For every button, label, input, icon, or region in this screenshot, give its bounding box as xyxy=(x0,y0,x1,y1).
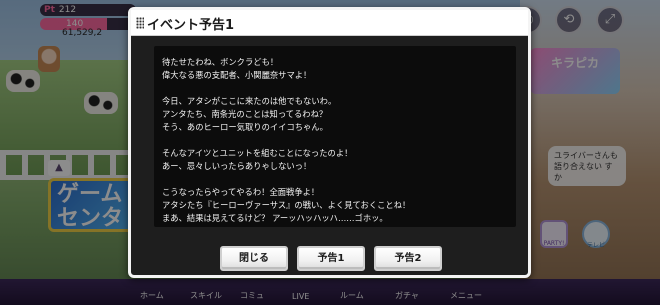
dialog-title: イベント予告1 xyxy=(147,18,235,33)
message-line: そう、あのヒーロー気取りのイイコちゃん。 xyxy=(162,122,328,132)
message-line: こうなったらやってやるわ！全面戦争よ！ xyxy=(162,187,320,197)
grip-icon xyxy=(136,17,144,29)
message-line: 今日、アタシがここに来たのは他でもないわ。 xyxy=(162,96,337,106)
message-line: あー、忌々しいったらありゃしないっ！ xyxy=(162,161,312,171)
dialog-message: 待たせたわね、ボンクラども！ 偉大なる悪の支配者、小関麗奈サマよ！ 今日、アタシ… xyxy=(154,46,516,227)
message-paragraph: 今日、アタシがここに来たのは他でもないわ。 アンタたち、南条光のことは知ってるわ… xyxy=(162,95,516,134)
message-line: まあ、結果は見えてるけど？ アーッハッハッハ……ゴホッ。 xyxy=(162,213,388,223)
message-line: 待たせたわね、ボンクラども！ xyxy=(162,57,279,67)
event-preview-dialog: イベント予告1 待たせたわね、ボンクラども！ 偉大なる悪の支配者、小関麗奈サマよ… xyxy=(128,7,531,278)
message-line: 偉大なる悪の支配者、小関麗奈サマよ！ xyxy=(162,70,312,80)
dialog-header: イベント予告1 xyxy=(131,10,528,36)
preview1-button[interactable]: 予告1 xyxy=(297,246,365,271)
close-button[interactable]: 閉じる xyxy=(220,246,288,271)
message-line: アタシたち『ヒーローヴァーサス』の戦い、よく見ておくことね！ xyxy=(162,200,411,210)
message-paragraph: 待たせたわね、ボンクラども！ 偉大なる悪の支配者、小関麗奈サマよ！ xyxy=(162,56,516,82)
message-line: そんなアイツとユニットを組むことになったのよ！ xyxy=(162,148,353,158)
message-line: アンタたち、南条光のことは知ってるわね？ xyxy=(162,109,328,119)
message-paragraph: そんなアイツとユニットを組むことになったのよ！ あー、忌々しいったらありゃしない… xyxy=(162,147,516,173)
preview2-button[interactable]: 予告2 xyxy=(374,246,442,271)
message-paragraph: こうなったらやってやるわ！全面戦争よ！ アタシたち『ヒーローヴァーサス』の戦い、… xyxy=(162,186,516,225)
